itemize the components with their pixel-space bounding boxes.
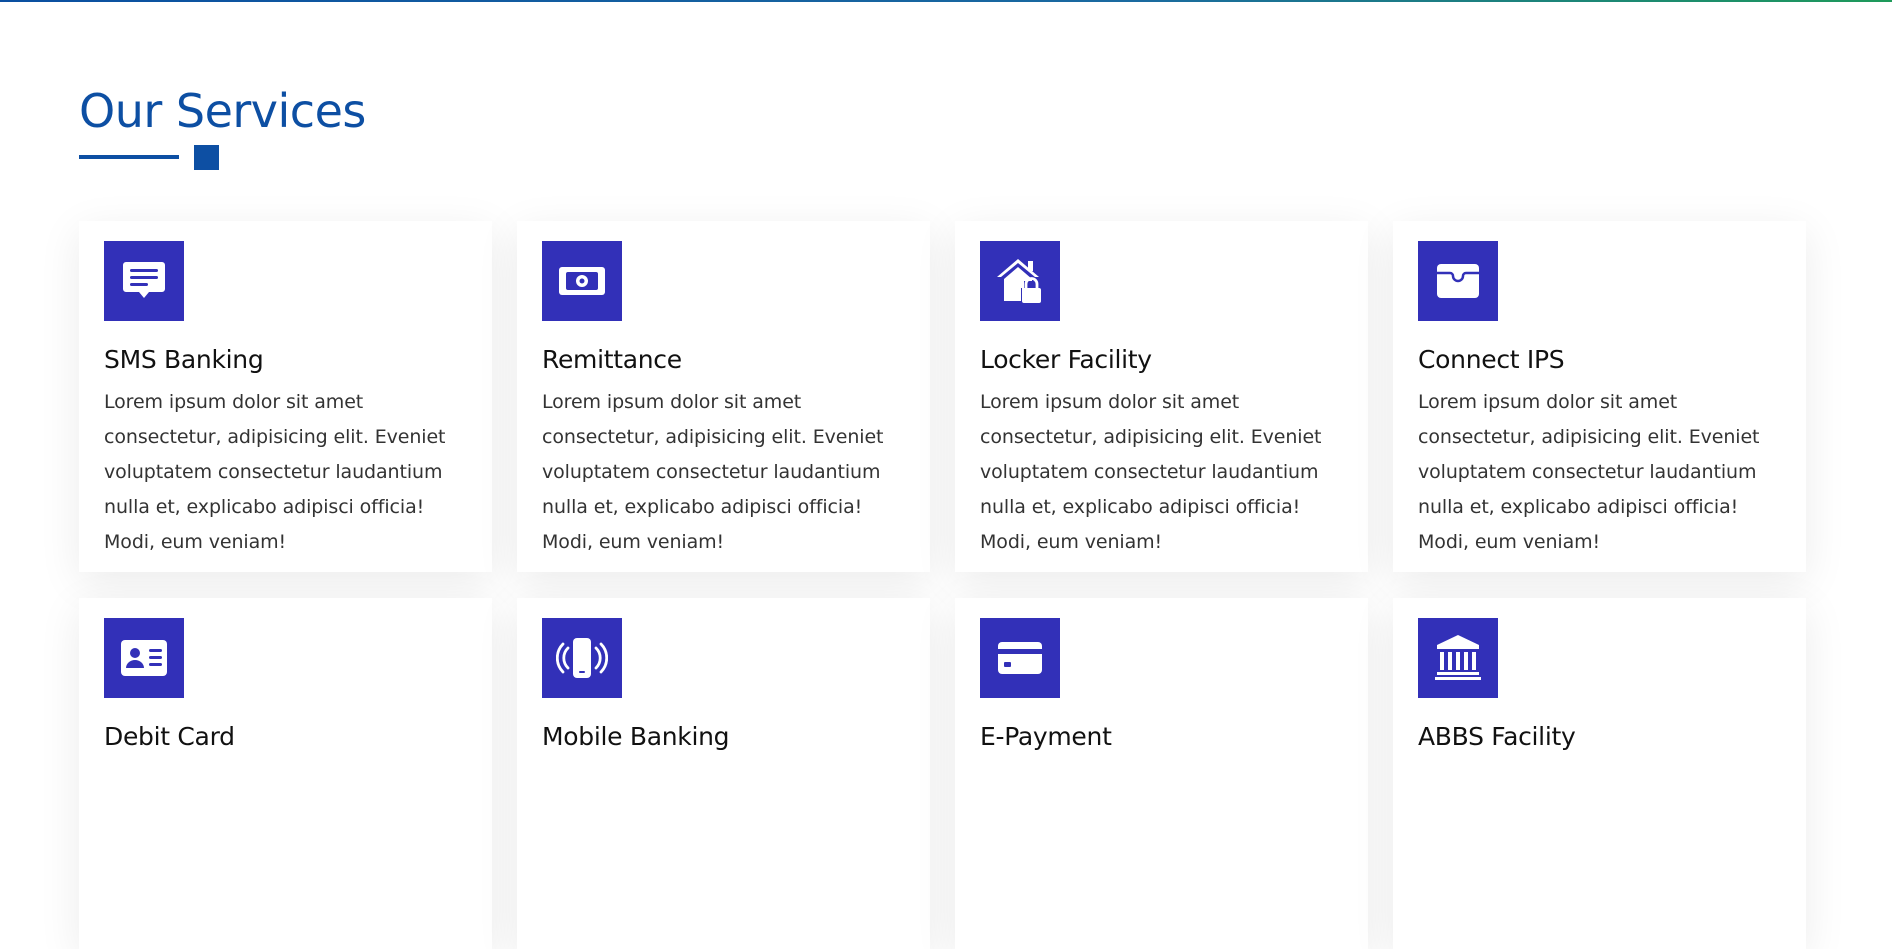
top-accent-line — [0, 0, 1892, 2]
service-title: Debit Card — [104, 722, 235, 751]
service-description: Lorem ipsum dolor sit amet consectetur, … — [980, 391, 1322, 553]
bank-building-icon — [1418, 618, 1498, 698]
title-underline — [79, 155, 179, 159]
message-icon — [104, 241, 184, 321]
title-square-accent — [194, 145, 219, 170]
service-card-abbs-facility[interactable]: ABBS Facility — [1393, 598, 1806, 949]
money-bill-icon — [542, 241, 622, 321]
service-title: Remittance — [542, 345, 682, 374]
service-title: Mobile Banking — [542, 722, 730, 751]
service-card-e-payment[interactable]: E-Payment — [955, 598, 1368, 949]
section-title: Our Services — [79, 84, 366, 138]
service-description: Lorem ipsum dolor sit amet consectetur, … — [542, 391, 884, 553]
id-card-icon — [104, 618, 184, 698]
service-title: SMS Banking — [104, 345, 264, 374]
service-title: Locker Facility — [980, 345, 1152, 374]
service-card-debit-card[interactable]: Debit Card — [79, 598, 492, 949]
service-title: ABBS Facility — [1418, 722, 1576, 751]
service-card-connect-ips[interactable]: Connect IPS Lorem ipsum dolor sit amet c… — [1393, 221, 1806, 572]
mobile-signal-icon — [542, 618, 622, 698]
service-title: E-Payment — [980, 722, 1112, 751]
services-grid: SMS Banking Lorem ipsum dolor sit amet c… — [79, 221, 1807, 949]
service-description: Lorem ipsum dolor sit amet consectetur, … — [1418, 391, 1760, 553]
credit-card-icon — [980, 618, 1060, 698]
service-title: Connect IPS — [1418, 345, 1565, 374]
house-lock-icon — [980, 241, 1060, 321]
service-card-mobile-banking[interactable]: Mobile Banking — [517, 598, 930, 949]
service-description: Lorem ipsum dolor sit amet consectetur, … — [104, 391, 446, 553]
service-card-remittance[interactable]: Remittance Lorem ipsum dolor sit amet co… — [517, 221, 930, 572]
service-card-locker-facility[interactable]: Locker Facility Lorem ipsum dolor sit am… — [955, 221, 1368, 572]
service-card-sms-banking[interactable]: SMS Banking Lorem ipsum dolor sit amet c… — [79, 221, 492, 572]
wallet-icon — [1418, 241, 1498, 321]
